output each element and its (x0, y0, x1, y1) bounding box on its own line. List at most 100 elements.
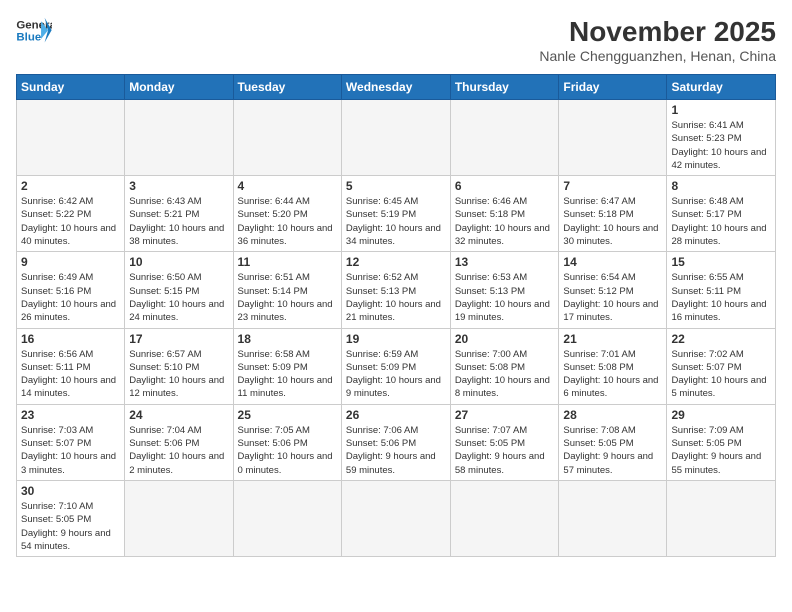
empty-cell (125, 100, 233, 176)
empty-cell (450, 480, 559, 556)
day-number: 3 (129, 179, 228, 193)
empty-cell (559, 100, 667, 176)
calendar-row-1: 1 Sunrise: 6:41 AMSunset: 5:23 PMDayligh… (17, 100, 776, 176)
day-number: 13 (455, 255, 555, 269)
month-title: November 2025 (539, 16, 776, 48)
day-info: Sunrise: 6:41 AMSunset: 5:23 PMDaylight:… (671, 120, 766, 171)
calendar-row-4: 16 Sunrise: 6:56 AMSunset: 5:11 PMDaylig… (17, 328, 776, 404)
day-cell-11: 11 Sunrise: 6:51 AMSunset: 5:14 PMDaylig… (233, 252, 341, 328)
day-info: Sunrise: 6:55 AMSunset: 5:11 PMDaylight:… (671, 272, 766, 323)
day-info: Sunrise: 7:08 AMSunset: 5:05 PMDaylight:… (563, 425, 653, 476)
calendar-row-6: 30 Sunrise: 7:10 AMSunset: 5:05 PMDaylig… (17, 480, 776, 556)
header-saturday: Saturday (667, 75, 776, 100)
logo-icon: General Blue (16, 16, 52, 46)
day-cell-15: 15 Sunrise: 6:55 AMSunset: 5:11 PMDaylig… (667, 252, 776, 328)
day-number: 23 (21, 408, 120, 422)
day-info: Sunrise: 6:42 AMSunset: 5:22 PMDaylight:… (21, 196, 116, 247)
day-info: Sunrise: 7:03 AMSunset: 5:07 PMDaylight:… (21, 425, 116, 476)
day-cell-30: 30 Sunrise: 7:10 AMSunset: 5:05 PMDaylig… (17, 480, 125, 556)
day-cell-6: 6 Sunrise: 6:46 AMSunset: 5:18 PMDayligh… (450, 176, 559, 252)
day-info: Sunrise: 6:57 AMSunset: 5:10 PMDaylight:… (129, 349, 224, 400)
day-info: Sunrise: 7:05 AMSunset: 5:06 PMDaylight:… (238, 425, 333, 476)
calendar-row-5: 23 Sunrise: 7:03 AMSunset: 5:07 PMDaylig… (17, 404, 776, 480)
day-number: 27 (455, 408, 555, 422)
day-info: Sunrise: 6:44 AMSunset: 5:20 PMDaylight:… (238, 196, 333, 247)
day-cell-7: 7 Sunrise: 6:47 AMSunset: 5:18 PMDayligh… (559, 176, 667, 252)
day-cell-10: 10 Sunrise: 6:50 AMSunset: 5:15 PMDaylig… (125, 252, 233, 328)
day-info: Sunrise: 7:10 AMSunset: 5:05 PMDaylight:… (21, 501, 111, 552)
day-cell-8: 8 Sunrise: 6:48 AMSunset: 5:17 PMDayligh… (667, 176, 776, 252)
day-number: 19 (346, 332, 446, 346)
day-info: Sunrise: 6:51 AMSunset: 5:14 PMDaylight:… (238, 272, 333, 323)
day-cell-4: 4 Sunrise: 6:44 AMSunset: 5:20 PMDayligh… (233, 176, 341, 252)
weekday-header-row: Sunday Monday Tuesday Wednesday Thursday… (17, 75, 776, 100)
day-info: Sunrise: 6:45 AMSunset: 5:19 PMDaylight:… (346, 196, 441, 247)
day-cell-20: 20 Sunrise: 7:00 AMSunset: 5:08 PMDaylig… (450, 328, 559, 404)
day-number: 6 (455, 179, 555, 193)
day-info: Sunrise: 6:52 AMSunset: 5:13 PMDaylight:… (346, 272, 441, 323)
day-number: 22 (671, 332, 771, 346)
day-number: 29 (671, 408, 771, 422)
day-cell-21: 21 Sunrise: 7:01 AMSunset: 5:08 PMDaylig… (559, 328, 667, 404)
day-number: 17 (129, 332, 228, 346)
calendar-table: Sunday Monday Tuesday Wednesday Thursday… (16, 74, 776, 557)
day-info: Sunrise: 7:02 AMSunset: 5:07 PMDaylight:… (671, 349, 766, 400)
day-cell-14: 14 Sunrise: 6:54 AMSunset: 5:12 PMDaylig… (559, 252, 667, 328)
day-number: 9 (21, 255, 120, 269)
day-info: Sunrise: 6:56 AMSunset: 5:11 PMDaylight:… (21, 349, 116, 400)
day-info: Sunrise: 6:59 AMSunset: 5:09 PMDaylight:… (346, 349, 441, 400)
day-info: Sunrise: 6:43 AMSunset: 5:21 PMDaylight:… (129, 196, 224, 247)
day-info: Sunrise: 6:53 AMSunset: 5:13 PMDaylight:… (455, 272, 550, 323)
day-cell-28: 28 Sunrise: 7:08 AMSunset: 5:05 PMDaylig… (559, 404, 667, 480)
empty-cell (233, 480, 341, 556)
day-cell-13: 13 Sunrise: 6:53 AMSunset: 5:13 PMDaylig… (450, 252, 559, 328)
day-cell-16: 16 Sunrise: 6:56 AMSunset: 5:11 PMDaylig… (17, 328, 125, 404)
svg-text:Blue: Blue (16, 32, 41, 44)
day-info: Sunrise: 6:48 AMSunset: 5:17 PMDaylight:… (671, 196, 766, 247)
calendar-row-2: 2 Sunrise: 6:42 AMSunset: 5:22 PMDayligh… (17, 176, 776, 252)
day-number: 14 (563, 255, 662, 269)
day-info: Sunrise: 6:47 AMSunset: 5:18 PMDaylight:… (563, 196, 658, 247)
logo: General Blue (16, 16, 52, 46)
day-info: Sunrise: 6:49 AMSunset: 5:16 PMDaylight:… (21, 272, 116, 323)
header-wednesday: Wednesday (341, 75, 450, 100)
day-info: Sunrise: 7:07 AMSunset: 5:05 PMDaylight:… (455, 425, 545, 476)
day-number: 12 (346, 255, 446, 269)
day-info: Sunrise: 6:46 AMSunset: 5:18 PMDaylight:… (455, 196, 550, 247)
empty-cell (233, 100, 341, 176)
day-cell-24: 24 Sunrise: 7:04 AMSunset: 5:06 PMDaylig… (125, 404, 233, 480)
day-number: 7 (563, 179, 662, 193)
day-number: 26 (346, 408, 446, 422)
title-block: November 2025 Nanle Chengguanzhen, Henan… (539, 16, 776, 64)
day-cell-5: 5 Sunrise: 6:45 AMSunset: 5:19 PMDayligh… (341, 176, 450, 252)
day-cell-29: 29 Sunrise: 7:09 AMSunset: 5:05 PMDaylig… (667, 404, 776, 480)
day-number: 21 (563, 332, 662, 346)
day-cell-3: 3 Sunrise: 6:43 AMSunset: 5:21 PMDayligh… (125, 176, 233, 252)
day-info: Sunrise: 7:09 AMSunset: 5:05 PMDaylight:… (671, 425, 761, 476)
empty-cell (559, 480, 667, 556)
day-number: 24 (129, 408, 228, 422)
day-cell-9: 9 Sunrise: 6:49 AMSunset: 5:16 PMDayligh… (17, 252, 125, 328)
day-number: 4 (238, 179, 337, 193)
day-cell-2: 2 Sunrise: 6:42 AMSunset: 5:22 PMDayligh… (17, 176, 125, 252)
day-cell-19: 19 Sunrise: 6:59 AMSunset: 5:09 PMDaylig… (341, 328, 450, 404)
day-cell-27: 27 Sunrise: 7:07 AMSunset: 5:05 PMDaylig… (450, 404, 559, 480)
day-cell-17: 17 Sunrise: 6:57 AMSunset: 5:10 PMDaylig… (125, 328, 233, 404)
day-cell-1: 1 Sunrise: 6:41 AMSunset: 5:23 PMDayligh… (667, 100, 776, 176)
day-cell-23: 23 Sunrise: 7:03 AMSunset: 5:07 PMDaylig… (17, 404, 125, 480)
day-info: Sunrise: 7:00 AMSunset: 5:08 PMDaylight:… (455, 349, 550, 400)
day-number: 28 (563, 408, 662, 422)
empty-cell (125, 480, 233, 556)
day-cell-25: 25 Sunrise: 7:05 AMSunset: 5:06 PMDaylig… (233, 404, 341, 480)
day-info: Sunrise: 6:50 AMSunset: 5:15 PMDaylight:… (129, 272, 224, 323)
day-number: 5 (346, 179, 446, 193)
header-tuesday: Tuesday (233, 75, 341, 100)
day-number: 11 (238, 255, 337, 269)
day-cell-18: 18 Sunrise: 6:58 AMSunset: 5:09 PMDaylig… (233, 328, 341, 404)
day-number: 25 (238, 408, 337, 422)
day-number: 8 (671, 179, 771, 193)
day-info: Sunrise: 6:54 AMSunset: 5:12 PMDaylight:… (563, 272, 658, 323)
day-number: 15 (671, 255, 771, 269)
day-number: 16 (21, 332, 120, 346)
empty-cell (341, 100, 450, 176)
